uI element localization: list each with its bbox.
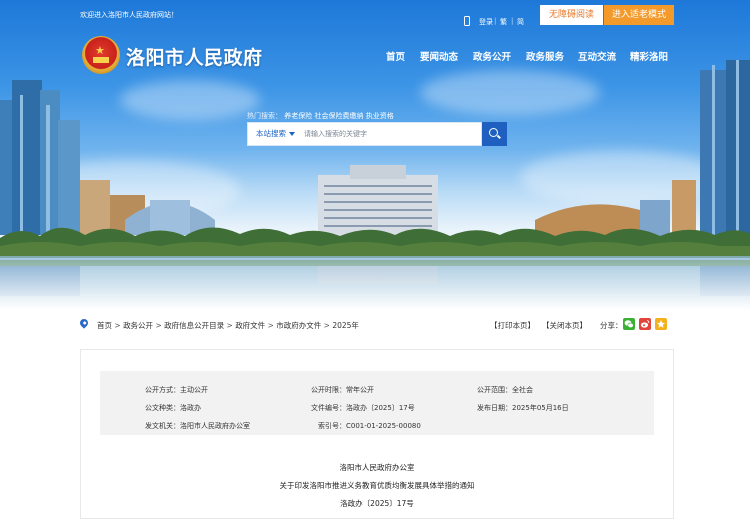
close-page-link[interactable]: 【关闭本页】 bbox=[542, 320, 587, 331]
share-label: 分享： bbox=[600, 321, 623, 330]
search-scope-select[interactable]: 本站搜索 bbox=[256, 123, 286, 145]
meta-field: 索引号：C001-01-2025-00080 bbox=[318, 422, 421, 430]
breadcrumb-item[interactable]: 2025年 bbox=[332, 321, 359, 330]
meta-field: 公开时限：常年公开 bbox=[311, 386, 374, 394]
meta-field: 公开范围：全社会 bbox=[477, 386, 533, 394]
hot-term[interactable]: 养老保险 bbox=[284, 112, 312, 120]
nav-news[interactable]: 要闻动态 bbox=[420, 49, 458, 63]
hot-term[interactable]: 社会保险费缴纳 bbox=[314, 112, 363, 120]
location-pin-icon bbox=[78, 317, 90, 329]
site-title[interactable]: 洛阳市人民政府 bbox=[126, 43, 263, 70]
meta-field: 公开方式：主动公开 bbox=[145, 386, 208, 394]
breadcrumb-item[interactable]: 政务公开 bbox=[123, 321, 153, 330]
document-number: 洛政办〔2025〕17号 bbox=[340, 499, 414, 508]
print-page-link[interactable]: 【打印本页】 bbox=[490, 320, 535, 331]
chevron-down-icon[interactable] bbox=[289, 132, 295, 136]
nav-government-affairs[interactable]: 政务公开 bbox=[473, 49, 511, 63]
search-box: 本站搜索 bbox=[247, 122, 482, 146]
wechat-icon[interactable] bbox=[623, 318, 635, 330]
breadcrumb-item[interactable]: 政府信息公开目录 bbox=[164, 321, 224, 330]
meta-field: 公文种类：洛政办 bbox=[145, 404, 201, 412]
document-issuer: 洛阳市人民政府办公室 bbox=[339, 463, 415, 472]
breadcrumb-item[interactable]: 首页 bbox=[97, 321, 112, 330]
hot-search: 热门搜索： 养老保险 社会保险费缴纳 执业资格 bbox=[247, 111, 394, 121]
accessible-reading-button[interactable]: 无障碍阅读 bbox=[540, 5, 603, 25]
meta-field: 文件编号：洛政办〔2025〕17号 bbox=[311, 404, 415, 412]
nav-home[interactable]: 首页 bbox=[386, 49, 405, 63]
national-emblem-icon: ★ bbox=[82, 36, 120, 74]
search-button[interactable] bbox=[482, 122, 507, 146]
hot-search-label: 热门搜索： bbox=[247, 112, 282, 120]
welcome-text: 欢迎进入洛阳市人民政府网站！ bbox=[80, 11, 178, 19]
meta-field: 发布日期：2025年05月16日 bbox=[477, 404, 569, 412]
weibo-icon[interactable] bbox=[639, 318, 651, 330]
nav-interaction[interactable]: 互动交流 bbox=[578, 49, 616, 63]
hot-term[interactable]: 执业资格 bbox=[366, 112, 394, 120]
qzone-icon[interactable] bbox=[655, 318, 667, 330]
traditional-chinese-link[interactable]: 繁 bbox=[500, 17, 507, 27]
meta-field: 发文机关：洛阳市人民政府办公室 bbox=[145, 422, 250, 430]
mobile-icon[interactable] bbox=[464, 16, 470, 26]
breadcrumb-item[interactable]: 市政府办文件 bbox=[276, 321, 321, 330]
nav-wonderful-luoyang[interactable]: 精彩洛阳 bbox=[630, 49, 668, 63]
login-link[interactable]: 登录 bbox=[479, 17, 493, 27]
breadcrumb: 首页 > 政务公开 > 政府信息公开目录 > 政府文件 > 市政府办文件 > 2… bbox=[97, 321, 359, 330]
breadcrumb-item[interactable]: 政府文件 bbox=[235, 321, 265, 330]
nav-government-services[interactable]: 政务服务 bbox=[526, 49, 564, 63]
elder-mode-button[interactable]: 进入适老模式 bbox=[604, 5, 674, 25]
search-input[interactable] bbox=[304, 125, 479, 143]
city-skyline-image bbox=[0, 60, 750, 310]
simplified-chinese-link[interactable]: 简 bbox=[517, 17, 524, 27]
document-title: 关于印发洛阳市推进义务教育优质均衡发展具体举措的通知 bbox=[279, 481, 475, 490]
